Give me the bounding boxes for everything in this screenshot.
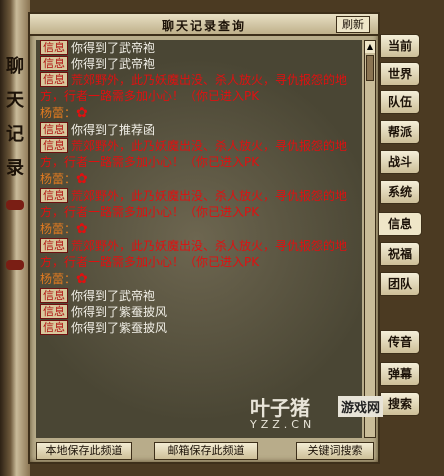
message-text: 荒郊野外，此乃妖魔出没、杀人放火，寻仇报怨的地方，行者一路需多加小心！（你已进入… [40,73,348,103]
speaker-line: 杨蕾：✿ [36,170,362,188]
message-text: 你得到了武帝袍 [71,41,156,55]
speaker-name: 杨蕾： [40,106,77,120]
tab-system[interactable]: 系统 [380,180,420,204]
chat-log: 信息 你得到了武帝袍 信息 你得到了武帝袍 信息 荒郊野外，此乃妖魔出没、杀人放火，寻仇报… [36,40,362,438]
message-text: 荒郊野外，此乃妖魔出没、杀人放火，寻仇报怨的地方，行者一路需多加小心！（你已进入… [40,139,348,169]
chat-message: 信息 荒郊野外，此乃妖魔出没、杀人放火，寻仇报怨的地方，行者一路需多加小心！（你已… [36,72,362,104]
speaker-name: 杨蕾： [40,172,77,186]
message-tag[interactable]: 信息 [40,138,68,153]
tab-danmaku[interactable]: 弹幕 [380,362,420,386]
tab-group[interactable]: 团队 [380,272,420,296]
bottom-toolbar: 本地保存此频道 邮箱保存此频道 关键词搜索 [36,442,376,460]
chat-message: 信息 你得到了武帝袍 [36,40,362,56]
scroll-thumb[interactable] [366,55,374,81]
scroll-char: 记 [6,124,24,145]
message-tag[interactable]: 信息 [40,304,68,319]
tab-blessing[interactable]: 祝福 [380,242,420,266]
speaker-line: 杨蕾：✿ [36,220,362,238]
message-text: 你得到了武帝袍 [71,57,156,71]
message-text: 你得到了紫蚕披风 [71,305,168,319]
chat-message: 信息 荒郊野外，此乃妖魔出没、杀人放火，寻仇报怨的地方，行者一路需多加小心！（你已… [36,138,362,170]
speaker-line: 杨蕾：✿ [36,104,362,122]
watermark-main: 叶子猪 [250,396,310,420]
scroll-knot [6,200,24,210]
refresh-button[interactable]: 刷新 [336,16,370,33]
chat-message: 信息 你得到了紫蚕披风 [36,304,362,320]
watermark-sub: YZZ.CN [250,418,316,431]
chat-message: 信息 你得到了紫蚕披风 [36,320,362,336]
message-tag[interactable]: 信息 [40,56,68,71]
message-text: 你得到了推荐函 [71,123,156,137]
tab-guild[interactable]: 帮派 [380,120,420,144]
message-tag[interactable]: 信息 [40,238,68,253]
tab-team[interactable]: 队伍 [380,90,420,114]
keyword-search-button[interactable]: 关键词搜索 [296,442,374,460]
message-tag[interactable]: 信息 [40,188,68,203]
speaker-name: 杨蕾： [40,222,77,236]
message-text: 荒郊野外，此乃妖魔出没、杀人放火，寻仇报怨的地方，行者一路需多加小心！（你已进入… [40,189,348,219]
message-tag[interactable]: 信息 [40,288,68,303]
watermark-box: 游戏网 [338,396,384,417]
save-email-button[interactable]: 邮箱保存此频道 [154,442,258,460]
rose-icon: ✿ [76,105,88,121]
scroll-char: 聊 [6,56,24,77]
tab-whisper[interactable]: 传音 [380,330,420,354]
message-text: 你得到了紫蚕披风 [71,321,168,335]
scroll-char: 录 [6,158,24,179]
scroll-decoration: 聊 天 记 录 [0,0,30,476]
chat-message: 信息 你得到了武帝袍 [36,288,362,304]
message-tag[interactable]: 信息 [40,320,68,335]
message-tag[interactable]: 信息 [40,40,68,55]
save-local-button[interactable]: 本地保存此频道 [36,442,132,460]
rose-icon: ✿ [76,171,88,187]
rose-icon: ✿ [76,271,88,287]
scroll-char: 天 [6,90,24,111]
scrollbar[interactable]: ▲ [364,40,376,438]
scroll-title: 聊 天 记 录 [4,50,26,186]
chat-message: 信息 荒郊野外，此乃妖魔出没、杀人放火，寻仇报怨的地方，行者一路需多加小心！（你已… [36,188,362,220]
message-tag[interactable]: 信息 [40,122,68,137]
tab-battle[interactable]: 战斗 [380,150,420,174]
tab-info[interactable]: 信息 [378,212,422,236]
scroll-up-icon[interactable]: ▲ [365,41,375,53]
scroll-knot [6,260,24,270]
chat-message: 信息 你得到了推荐函 [36,122,362,138]
window-title: 聊天记录查询 [161,19,246,33]
message-text: 你得到了武帝袍 [71,289,156,303]
tab-current[interactable]: 当前 [380,34,420,58]
speaker-line: 杨蕾：✿ [36,270,362,288]
message-text: 荒郊野外，此乃妖魔出没、杀人放火，寻仇报怨的地方，行者一路需多加小心！（你已进入… [40,239,348,269]
tab-world[interactable]: 世界 [380,62,420,86]
rose-icon: ✿ [76,221,88,237]
watermark: 叶子猪 游戏网 YZZ.CN [250,392,430,436]
speaker-name: 杨蕾： [40,272,77,286]
title-bar: 聊天记录查询 刷新 [30,14,378,36]
message-tag[interactable]: 信息 [40,72,68,87]
chat-message: 信息 荒郊野外，此乃妖魔出没、杀人放火，寻仇报怨的地方，行者一路需多加小心！（你已… [36,238,362,270]
chat-message: 信息 你得到了武帝袍 [36,56,362,72]
